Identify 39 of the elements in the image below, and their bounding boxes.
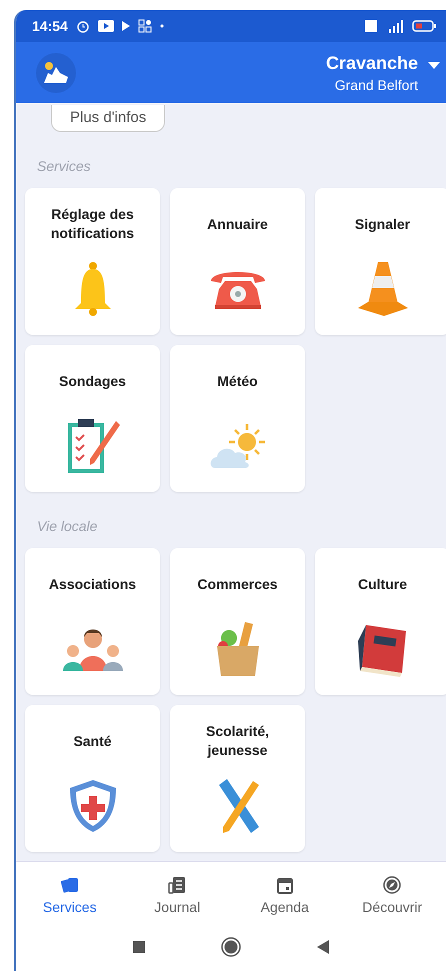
calendar-icon [276,876,294,894]
section-title: Vie locale [37,518,98,534]
dot-icon [160,24,164,28]
grid-icon [138,19,152,33]
sun-cloud-icon [208,422,266,470]
dropdown-caret-icon[interactable] [428,62,440,70]
service-tile[interactable]: Commerces [170,548,305,695]
more-info-button[interactable]: Plus d'infos [51,105,166,132]
service-tile[interactable]: Signaler [315,188,446,335]
service-tile[interactable]: Santé [25,705,160,852]
home-button[interactable] [221,937,241,957]
cards-icon [60,876,79,894]
service-tile[interactable]: Culture [315,548,446,695]
service-tile[interactable]: Réglage des notifications [25,188,160,335]
battery-icon [412,20,436,32]
service-tile[interactable]: Scolarité, jeunesse [170,705,305,852]
region-name: Grand Belfort [334,76,418,92]
service-tile[interactable]: Associations [25,548,160,695]
shield-cross-icon [68,778,118,834]
section-title: Services [37,158,92,174]
newspaper-icon [168,876,186,894]
nav-tab[interactable]: Découvrir [338,862,446,929]
city-name[interactable]: Cravanche [326,52,418,74]
nav-tab[interactable]: Journal [124,862,231,929]
nav-tab[interactable]: Services [16,862,124,929]
people-icon [62,626,122,670]
bell-icon [72,260,112,316]
video-icon [98,20,114,32]
app-logo[interactable] [36,52,76,92]
service-tile[interactable]: Sondages [25,345,160,492]
service-tile[interactable]: Annuaire [170,188,305,335]
status-time: 14:54 [32,18,68,34]
service-tile[interactable]: Météo [170,345,305,492]
play-icon [122,21,130,31]
back-button[interactable] [317,940,329,954]
signal-icon [386,19,404,33]
compass-icon [383,876,402,894]
alarm-icon [76,19,90,33]
nav-tab[interactable]: Agenda [231,862,338,929]
